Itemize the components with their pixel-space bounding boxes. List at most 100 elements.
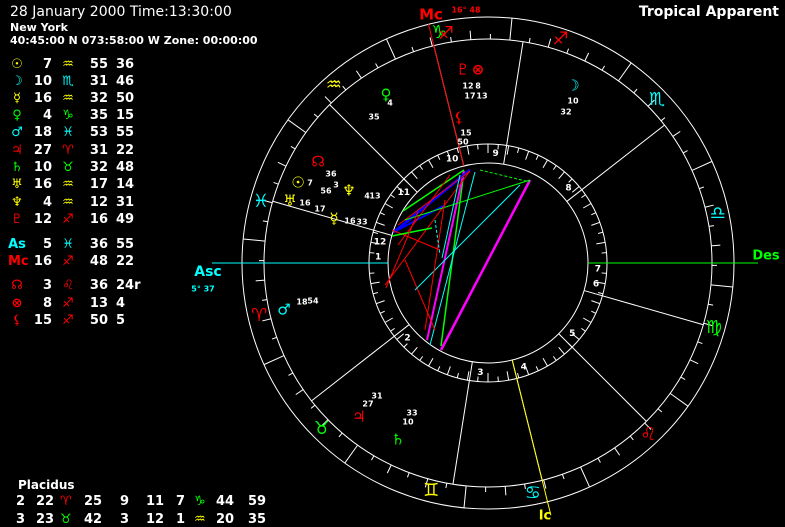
zodiac-sign-icon: ♎	[710, 203, 726, 224]
saturn-degree: 10	[402, 418, 414, 427]
fortune-minute: 13	[476, 92, 487, 101]
inner-tick	[583, 317, 592, 323]
degree-tick	[375, 63, 379, 69]
sign-boundary	[287, 119, 307, 134]
venus-minute: 35	[368, 113, 380, 122]
mercury-minute: 33	[356, 218, 367, 227]
house-number: 9	[493, 149, 499, 159]
inner-tick	[370, 281, 380, 285]
house-cusp-line	[452, 361, 473, 485]
neptune-icon: ♆	[342, 182, 355, 200]
saturn-icon: ♄	[391, 431, 404, 449]
vertex-icon: ⚸	[454, 109, 465, 127]
inner-tick	[552, 165, 557, 170]
zodiac-sign-icon: ♐	[553, 29, 569, 50]
house-cusp-line	[566, 124, 665, 202]
inner-tick	[419, 356, 424, 361]
inner-tick	[597, 231, 604, 234]
saturn-minute: 33	[406, 409, 417, 418]
moon-icon: ☽	[566, 77, 579, 95]
zodiac-sign-icon: ♓	[253, 191, 269, 212]
inner-tick	[552, 356, 557, 361]
sun-minute: 56	[320, 187, 332, 196]
house-number: 8	[565, 183, 571, 193]
zodiac-sign-icon: ♉	[314, 418, 330, 439]
sign-boundary	[710, 284, 733, 288]
zodiac-sign-icon: ♈	[251, 305, 267, 326]
degree-tick	[386, 464, 392, 474]
degree-tick	[629, 435, 634, 441]
inner-tick	[379, 310, 385, 314]
sign-boundary	[617, 62, 632, 82]
chart-wheel: ♐♏♎♍♌♋♊♉♈♓♒♑123456789101112Asc5° 37DesMc…	[191, 6, 780, 524]
fortune-degree: 8	[475, 82, 481, 91]
inner-tick	[437, 154, 441, 160]
mercury-degree: 16	[344, 217, 356, 226]
degree-tick	[295, 389, 304, 396]
degree-tick	[338, 432, 343, 438]
inner-tick	[384, 203, 393, 209]
house-cusp-line	[583, 290, 704, 326]
degree-tick	[355, 70, 362, 79]
degree-tick	[680, 376, 686, 381]
house-number: 5	[569, 329, 575, 339]
inner-tick	[456, 372, 459, 379]
inner-tick	[456, 147, 459, 154]
zodiac-sign-icon: ♊	[423, 480, 439, 501]
pluto-icon: ♇	[456, 61, 469, 79]
degree-tick	[689, 359, 699, 365]
sign-boundary	[509, 18, 513, 41]
fortune-icon: ⊗	[472, 61, 485, 79]
inner-tick	[535, 154, 539, 160]
zodiac-sign-icon: ♒	[326, 75, 342, 96]
jupiter-minute: 31	[371, 392, 383, 401]
house-number: 4	[521, 363, 527, 373]
degree-tick	[271, 336, 277, 340]
inner-tick	[390, 327, 395, 332]
house-number: 10	[446, 154, 459, 164]
degree-tick	[290, 145, 296, 150]
degree-tick	[633, 88, 638, 94]
house-number: 6	[593, 279, 599, 289]
degree-tick	[708, 225, 715, 227]
inner-tick	[591, 310, 597, 314]
asc-degree: 5° 37	[191, 285, 214, 294]
inner-tick	[591, 221, 600, 226]
inner-tick	[506, 145, 510, 155]
ic-label: Ic	[539, 509, 552, 524]
degree-tick	[313, 113, 319, 118]
degree-tick	[288, 372, 294, 376]
inner-tick	[376, 300, 385, 305]
degree-tick	[445, 483, 448, 489]
inner-tick	[419, 165, 424, 170]
inner-tick	[596, 241, 606, 245]
degree-tick	[697, 341, 703, 345]
degree-tick	[660, 117, 666, 122]
sign-boundary	[344, 444, 359, 464]
aspect-line-dashed	[479, 169, 531, 183]
mc-degree: 16° 48	[451, 6, 480, 15]
uranus-icon: ♅	[283, 192, 296, 210]
asc-label: Asc	[194, 264, 221, 280]
vertex-minute: 50	[457, 138, 469, 147]
inner-tick	[568, 178, 573, 183]
degree-tick	[711, 244, 721, 247]
moon-degree: 10	[567, 97, 579, 106]
inner-tick	[591, 300, 600, 305]
degree-tick	[411, 46, 415, 52]
sign-boundary	[463, 485, 467, 508]
inner-tick	[428, 358, 434, 367]
inner-tick	[396, 333, 405, 340]
sign-boundary	[669, 392, 689, 407]
zodiac-sign-icon: ♌	[640, 424, 656, 445]
degree-tick	[708, 303, 714, 306]
sign-boundary	[385, 38, 396, 60]
inner-tick	[411, 171, 418, 180]
uranus-minute: 17	[314, 205, 325, 214]
sign-boundary	[580, 466, 591, 488]
aspect-line	[391, 229, 441, 251]
house-cusp-line	[503, 41, 524, 165]
inner-tick	[517, 372, 520, 379]
house-number: 11	[397, 188, 410, 198]
node-degree: 36	[325, 170, 337, 179]
